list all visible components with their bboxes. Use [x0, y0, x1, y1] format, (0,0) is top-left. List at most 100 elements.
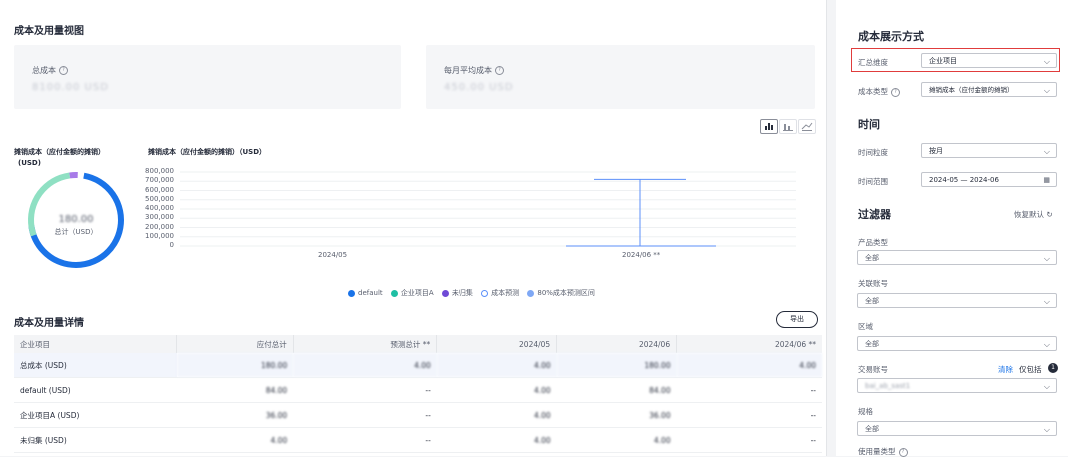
help-icon[interactable]: ? — [59, 66, 68, 75]
cell: -- — [676, 377, 822, 403]
legend-dot — [390, 289, 398, 297]
date-range-picker[interactable]: 2024-05 — 2024-06 ▦ — [921, 172, 1057, 187]
refresh-icon: ↻ — [1046, 210, 1053, 219]
chevron-down-icon: ⌵ — [1043, 254, 1050, 263]
cell: -- — [293, 427, 437, 453]
select-value: 企业项目 — [929, 57, 957, 65]
column-header[interactable]: 2024/06 ** — [676, 335, 822, 353]
legend-item[interactable]: default — [348, 289, 383, 297]
select-value: 摊销成本（应付金额的摊销） — [929, 86, 1014, 94]
details-table: 企业项目 应付总计 预测总计 ** 2024/05 2024/06 2024/0… — [14, 335, 822, 453]
monthly-avg-label: 每月平均成本 — [444, 66, 492, 75]
select-value: 按月 — [929, 147, 943, 155]
chevron-down-icon: ⌵ — [1043, 57, 1050, 66]
line-chart-icon — [801, 122, 813, 131]
column-header[interactable]: 企业项目 — [14, 335, 177, 353]
monthly-avg-card: 每月平均成本? 450.00 USD — [426, 45, 815, 109]
bar-chart-toggle[interactable] — [760, 119, 778, 134]
help-icon[interactable]: ? — [495, 66, 504, 75]
column-header[interactable]: 2024/06 — [556, 335, 678, 353]
granularity-select[interactable]: 按月 ⌵ — [921, 143, 1057, 158]
chevron-down-icon: ⌵ — [1043, 340, 1050, 349]
cell: 4.00 — [436, 402, 557, 428]
y-tick-label: 600,000 — [145, 185, 174, 194]
cost-type-select[interactable]: 摊销成本（应付金额的摊销） ⌵ — [921, 82, 1057, 97]
cell: 4.00 — [176, 427, 294, 453]
legend-dot — [481, 289, 489, 297]
tx-account-select[interactable]: bai_ab_sast1 ⌵ — [857, 378, 1057, 393]
cell: 4.00 — [556, 427, 677, 453]
select-value: 全部 — [865, 425, 879, 433]
only-include-label: 仅包括 — [1019, 365, 1042, 374]
cell: 4.00 — [436, 353, 557, 378]
granularity-label: 时间粒度 — [858, 148, 888, 157]
reset-label: 恢复默认 — [1014, 210, 1044, 219]
legend-item[interactable]: 未归集 — [441, 288, 473, 298]
usage-type-label: 使用量类型 — [858, 447, 896, 456]
row-name: 未归集 (USD) — [14, 427, 177, 453]
calendar-icon: ▦ — [1043, 176, 1050, 184]
cell: 36.00 — [556, 402, 677, 428]
select-value: 全部 — [865, 254, 879, 262]
total-cost-value: 8100.00 USD — [32, 82, 109, 93]
cell: 4.00 — [436, 427, 557, 453]
agg-dimension-select[interactable]: 企业项目 ⌵ — [921, 53, 1057, 68]
chevron-down-icon: ⌵ — [1043, 382, 1050, 391]
table-row[interactable]: 总成本 (USD) 180.00 4.00 4.00 180.00 4.00 — [14, 353, 822, 378]
cell: 84.00 — [556, 377, 677, 403]
column-header[interactable]: 2024/05 — [436, 335, 558, 353]
linked-account-select[interactable]: 全部 ⌵ — [857, 293, 1057, 308]
cell: 4.00 — [676, 353, 822, 378]
legend-dot — [348, 289, 355, 297]
legend-item[interactable]: 80%成本预测区间 — [527, 288, 595, 298]
bar-chart — [180, 171, 796, 247]
count-badge: 1 — [1048, 363, 1058, 373]
spec-select[interactable]: 全部 ⌵ — [857, 421, 1057, 436]
region-select[interactable]: 全部 ⌵ — [857, 336, 1057, 351]
legend-label: 未归集 — [451, 289, 473, 297]
legend-dot — [527, 289, 535, 297]
stacked-chart-toggle[interactable] — [779, 119, 797, 134]
help-icon[interactable]: ? — [891, 87, 900, 97]
cell: -- — [293, 402, 437, 428]
row-name: default (USD) — [14, 377, 177, 403]
export-button[interactable]: 导出 — [776, 311, 818, 328]
product-type-label: 产品类型 — [858, 238, 888, 247]
line-chart-toggle[interactable] — [798, 119, 816, 134]
cell: -- — [676, 402, 822, 428]
spec-label: 规格 — [858, 407, 873, 416]
cell: 180.00 — [556, 353, 677, 378]
chevron-down-icon: ⌵ — [1043, 147, 1050, 156]
tx-account-label: 交易账号 — [858, 365, 888, 374]
table-row[interactable]: default (USD) 84.00 -- 4.00 84.00 -- — [14, 377, 822, 403]
cell: -- — [293, 377, 437, 403]
cell: 4.00 — [436, 377, 557, 403]
reset-link[interactable]: 恢复默认 ↻ — [1014, 209, 1053, 220]
legend-label: default — [358, 289, 383, 297]
filter-title: 过滤器 — [858, 208, 891, 221]
column-header[interactable]: 预测总计 ** — [293, 335, 438, 353]
y-tick-label: 400,000 — [145, 204, 174, 212]
help-icon[interactable]: ? — [898, 447, 908, 457]
table-row[interactable]: 企业项目A (USD) 36.00 -- 4.00 36.00 -- — [14, 402, 822, 428]
table-row[interactable]: 未归集 (USD) 4.00 -- 4.00 4.00 -- — [14, 427, 822, 453]
y-tick-label: 800,000 — [145, 167, 174, 175]
cell: 180.00 — [176, 353, 294, 378]
cell: 84.00 — [176, 377, 294, 403]
cell: -- — [676, 427, 822, 453]
product-type-select[interactable]: 全部 ⌵ — [857, 250, 1057, 265]
legend-label: 成本预测 — [491, 289, 520, 297]
row-name: 企业项目A (USD) — [14, 402, 177, 428]
select-value: 全部 — [865, 340, 879, 348]
y-tick-label: 700,000 — [145, 176, 174, 185]
display-title: 成本展示方式 — [858, 30, 924, 43]
clear-link[interactable]: 清除 — [998, 364, 1013, 375]
legend-item[interactable]: 企业项目A — [390, 288, 434, 298]
linked-account-label: 关联账号 — [858, 279, 888, 288]
details-title: 成本及用量详情 — [14, 318, 84, 329]
legend-dot — [441, 289, 449, 297]
legend-item[interactable]: 成本预测 — [481, 288, 519, 298]
column-header[interactable]: 应付总计 — [176, 335, 294, 353]
chevron-down-icon: ⌵ — [1043, 425, 1050, 434]
y-tick-label: 100,000 — [145, 231, 174, 240]
